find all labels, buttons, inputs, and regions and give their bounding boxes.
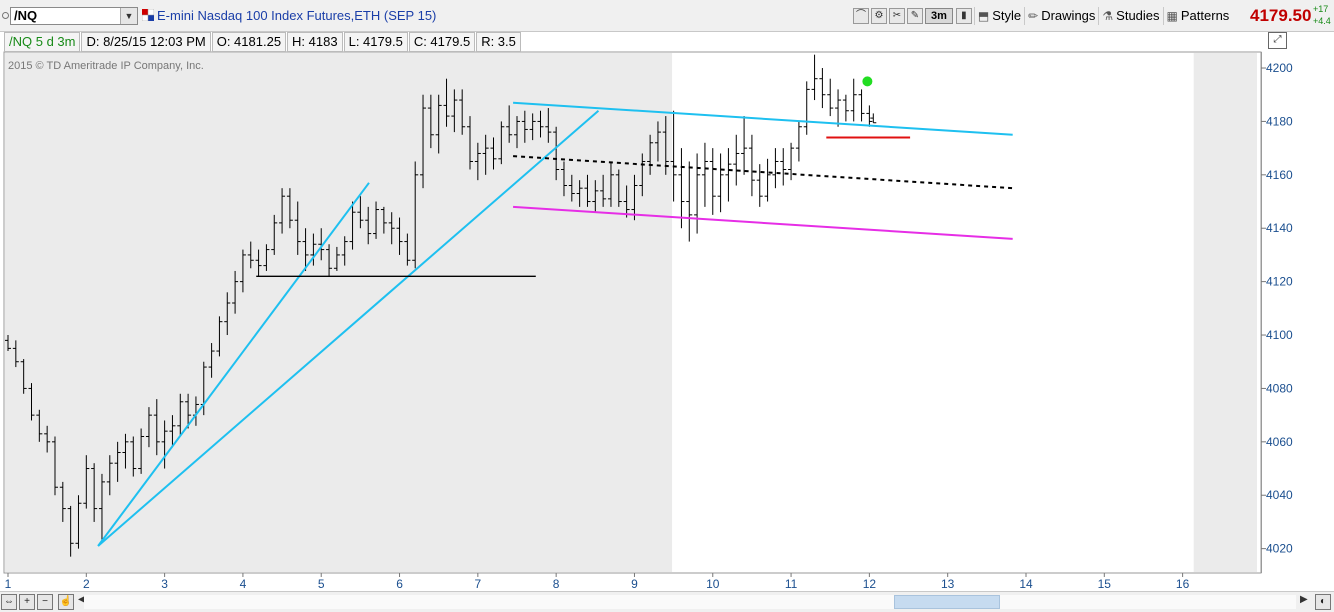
y-tick-label: 4180 [1266,114,1293,128]
x-tick-label: 10 [706,577,720,591]
x-tick-label: 13 [941,577,955,591]
time-axis-toggle-icon[interactable]: ◐ [1315,594,1331,610]
chart-label[interactable]: /NQ 5 d 3m [4,32,81,52]
x-tick-label: 9 [631,577,638,591]
range-cell: R: 3.5 [476,32,521,52]
low-cell: L: 4179.5 [343,32,408,52]
y-tick-label: 4060 [1266,435,1293,449]
y-tick-label: 4140 [1266,221,1293,235]
x-tick-label: 4 [240,577,247,591]
high-cell: H: 4183 [287,32,343,52]
pan-hand-icon[interactable]: ☝ [58,594,74,610]
x-tick-label: 16 [1176,577,1190,591]
scroll-right-icon[interactable]: ▶ [1300,594,1308,605]
x-tick-label: 8 [553,577,560,591]
shaded-session-1 [1193,53,1257,572]
close-cell: C: 4179.5 [408,32,476,52]
shaded-session-0 [5,53,673,572]
datetime-cell: D: 8/25/15 12:03 PM [81,32,211,52]
price-chart[interactable]: 4020 4040 4060 4080 4100 4120 4140 4160 4180 4200… [0,0,1334,591]
ohlc-info-bar: /NQ 5 d 3m D: 8/25/15 12:03 PM O: 4181.2… [4,32,522,52]
y-tick-label: 4080 [1266,381,1293,395]
x-tick-label: 6 [396,577,403,591]
scrollbar-thumb[interactable] [894,595,1000,609]
y-tick-label: 4120 [1266,275,1293,289]
x-tick-label: 14 [1019,577,1033,591]
chart-settings-icon[interactable]: ⤢ [1268,32,1287,49]
expand-all-icon[interactable]: ⇔ [1,594,17,610]
y-tick-label: 4100 [1266,328,1293,342]
bottom-bar: ⇔ + − ☝ ◀ ▶ ◐ [0,591,1334,612]
x-tick-label: 15 [1098,577,1112,591]
x-tick-label: 12 [863,577,877,591]
horizontal-scrollbar[interactable] [84,595,1296,609]
zoom-in-icon[interactable]: + [19,594,35,610]
x-tick-label: 5 [318,577,325,591]
x-tick-label: 11 [785,577,798,591]
y-tick-label: 4040 [1266,488,1293,502]
x-tick-label: 2 [83,577,90,591]
y-tick-label: 4020 [1266,542,1293,556]
y-tick-label: 4200 [1266,61,1293,75]
x-tick-label: 7 [474,577,481,591]
x-tick-label: 1 [5,577,12,591]
zoom-out-icon[interactable]: − [37,594,53,610]
signal-marker [862,76,873,87]
copyright-text: 2015 © TD Ameritrade IP Company, Inc. [8,60,204,72]
open-cell: O: 4181.25 [211,32,287,52]
y-tick-label: 4160 [1266,168,1293,182]
x-tick-label: 3 [161,577,168,591]
